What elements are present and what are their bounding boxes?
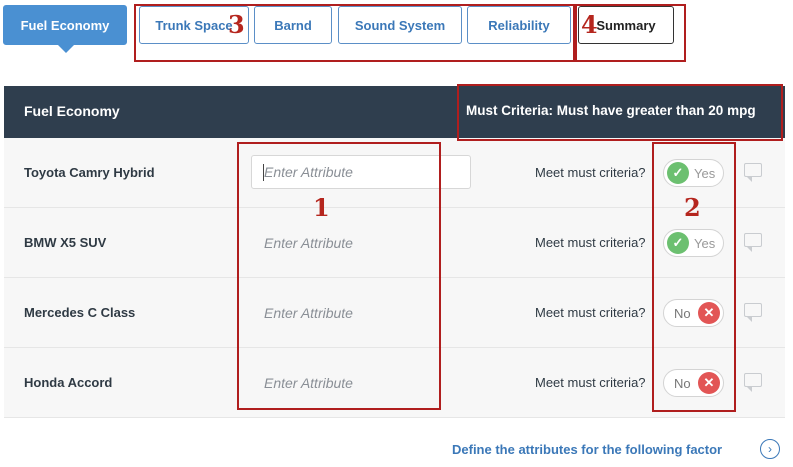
- table-row: Honda Accord Enter Attribute Meet must c…: [4, 348, 785, 418]
- car-name: BMW X5 SUV: [24, 235, 107, 250]
- criteria-toggle[interactable]: No ✕: [663, 299, 724, 327]
- attribute-input[interactable]: Enter Attribute: [264, 305, 353, 321]
- tab-brand[interactable]: Barnd: [254, 6, 332, 44]
- annotation-number-1: 1: [313, 193, 330, 222]
- toggle-label: No: [674, 376, 691, 391]
- car-name: Honda Accord: [24, 375, 113, 390]
- criteria-toggle[interactable]: ✓ Yes: [663, 159, 724, 187]
- meet-criteria-label: Meet must criteria?: [535, 235, 646, 250]
- table-row: Toyota Camry Hybrid Meet must criteria? …: [4, 138, 785, 208]
- tab-reliability[interactable]: Reliability: [467, 6, 571, 44]
- comment-icon[interactable]: [744, 163, 762, 182]
- attribute-input[interactable]: Enter Attribute: [264, 375, 353, 391]
- car-name: Mercedes C Class: [24, 305, 136, 320]
- toggle-label: No: [674, 306, 691, 321]
- x-icon: ✕: [698, 302, 720, 324]
- toggle-label: Yes: [694, 236, 716, 251]
- chevron-right-circle-icon[interactable]: ›: [760, 439, 780, 459]
- text-cursor: [263, 164, 264, 181]
- panel-title: Fuel Economy: [24, 103, 120, 119]
- define-attributes-link[interactable]: Define the attributes for the following …: [452, 442, 722, 457]
- meet-criteria-label: Meet must criteria?: [535, 305, 646, 320]
- panel-header: Fuel Economy Must Criteria: Must have gr…: [4, 86, 785, 138]
- comment-icon[interactable]: [744, 303, 762, 322]
- annotation-number-2: 2: [684, 193, 701, 222]
- car-name: Toyota Camry Hybrid: [24, 165, 155, 180]
- attribute-input[interactable]: [251, 155, 471, 189]
- check-icon: ✓: [667, 162, 689, 184]
- annotation-number-3: 3: [228, 10, 245, 39]
- x-icon: ✕: [698, 372, 720, 394]
- comment-icon[interactable]: [744, 233, 762, 252]
- table-row: Mercedes C Class Enter Attribute Meet mu…: [4, 278, 785, 348]
- annotation-number-4: 4: [581, 10, 598, 39]
- meet-criteria-label: Meet must criteria?: [535, 165, 646, 180]
- active-tab-caret: [58, 45, 74, 53]
- criteria-toggle[interactable]: No ✕: [663, 369, 724, 397]
- comment-icon[interactable]: [744, 373, 762, 392]
- tab-fuel-economy[interactable]: Fuel Economy: [3, 5, 127, 45]
- check-icon: ✓: [667, 232, 689, 254]
- must-criteria-label: Must Criteria: Must have greater than 20…: [466, 103, 756, 118]
- attribute-input[interactable]: Enter Attribute: [264, 235, 353, 251]
- criteria-toggle[interactable]: ✓ Yes: [663, 229, 724, 257]
- table-row: BMW X5 SUV Enter Attribute Meet must cri…: [4, 208, 785, 278]
- meet-criteria-label: Meet must criteria?: [535, 375, 646, 390]
- toggle-label: Yes: [694, 166, 716, 181]
- tab-sound-system[interactable]: Sound System: [338, 6, 462, 44]
